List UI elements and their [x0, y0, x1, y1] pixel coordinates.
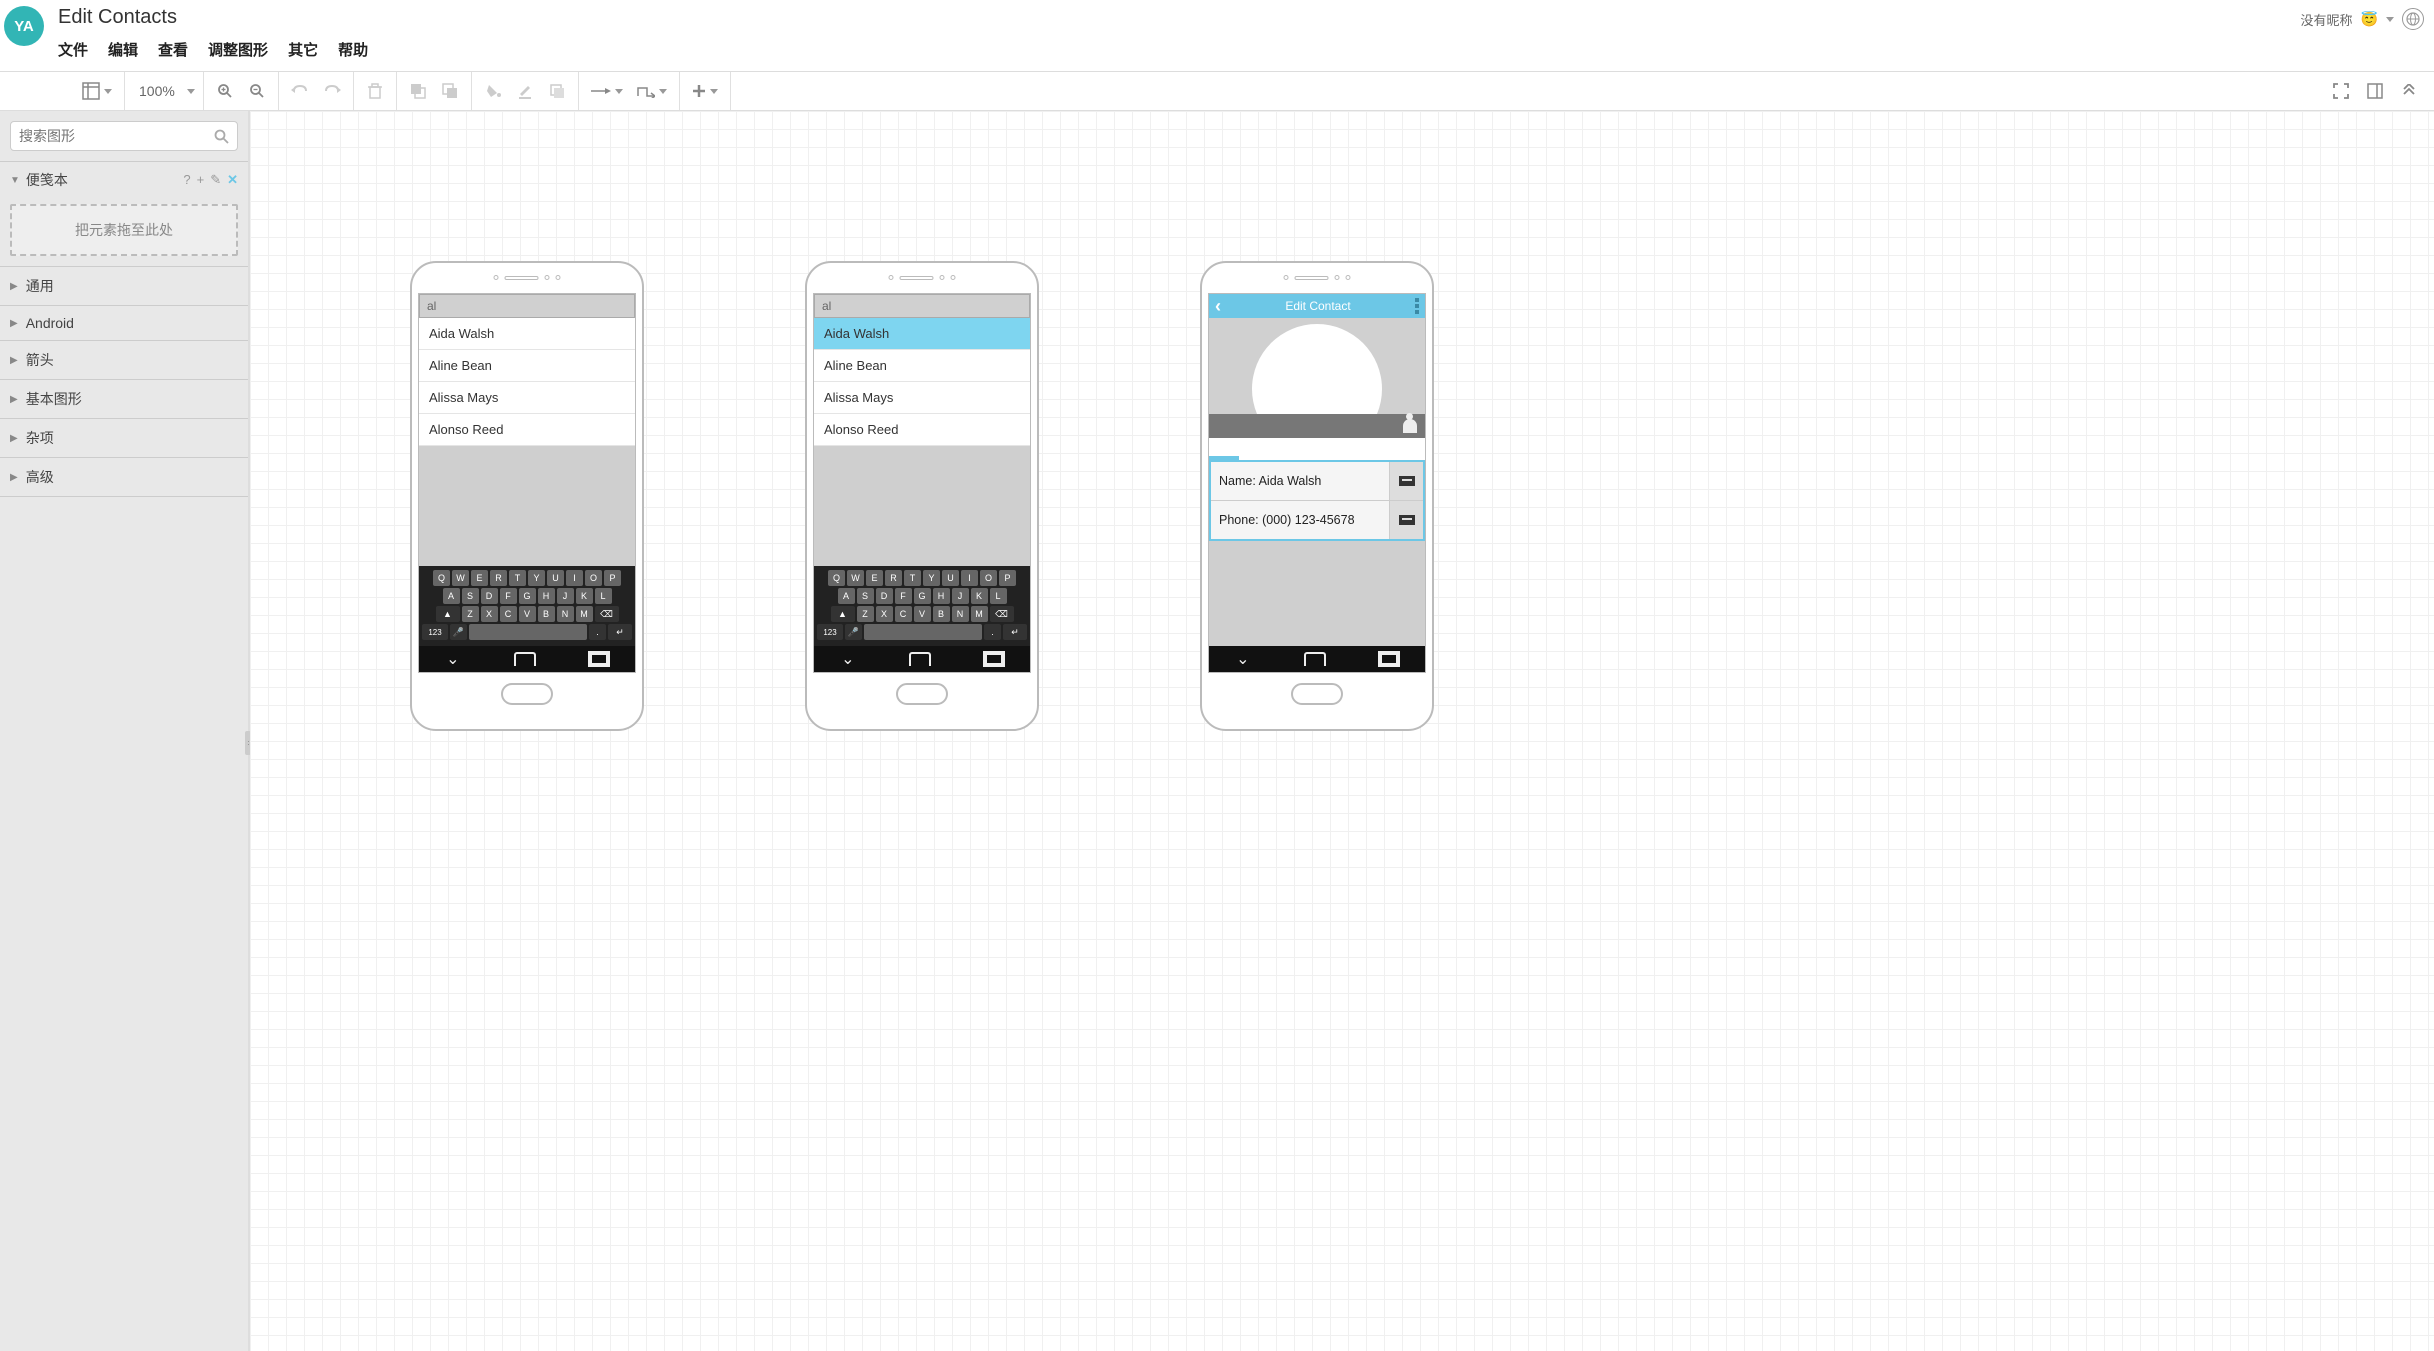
person-icon	[1403, 419, 1417, 433]
user-dropdown-icon[interactable]	[2386, 17, 2394, 22]
phone3-header-title: Edit Contact	[1225, 299, 1411, 313]
shapes-search-input[interactable]	[19, 128, 214, 144]
phone2-contact-item: Alissa Mays	[814, 382, 1030, 414]
scratchpad-dropzone[interactable]: 把元素拖至此处	[10, 204, 238, 256]
fullscreen-button[interactable]	[2328, 78, 2354, 104]
phone-mockup-3[interactable]: ‹ Edit Contact Name: Aida Walsh	[1200, 261, 1434, 731]
scratchpad-toggle-icon[interactable]: ▼	[10, 175, 20, 186]
phone2-home-button	[896, 683, 948, 705]
shadow-button[interactable]	[544, 78, 570, 104]
phone2-contact-item: Aline Bean	[814, 350, 1030, 382]
document-title[interactable]: Edit Contacts	[58, 4, 2301, 33]
scratchpad-title: 便笺本	[26, 170, 68, 190]
globe-icon[interactable]	[2402, 8, 2424, 30]
fill-color-button[interactable]	[480, 78, 506, 104]
phone-mockup-1[interactable]: al Aida Walsh Aline Bean Alissa Mays Alo…	[410, 261, 644, 731]
scratchpad-edit-button[interactable]: ✎	[210, 172, 221, 188]
scratchpad-help-button[interactable]: ?	[183, 172, 190, 188]
zoom-in-button[interactable]	[212, 78, 238, 104]
phone1-contact-item: Alissa Mays	[419, 382, 635, 414]
view-mode-dropdown[interactable]	[78, 82, 116, 100]
line-color-button[interactable]	[512, 78, 538, 104]
phone-mockup-2[interactable]: al Aida Walsh Aline Bean Alissa Mays Alo…	[805, 261, 1039, 731]
phone2-contact-item: Alonso Reed	[814, 414, 1030, 446]
scratchpad-add-button[interactable]: +	[197, 172, 205, 188]
user-nickname-label: 没有昵称	[2301, 10, 2353, 29]
user-emoji-icon: 😇	[2361, 11, 2378, 28]
redo-button[interactable]	[319, 78, 345, 104]
menu-view[interactable]: 查看	[158, 39, 188, 60]
zoom-dropdown-icon[interactable]	[187, 89, 195, 94]
category-general[interactable]: ▶通用	[0, 266, 248, 305]
phone1-contact-item: Alonso Reed	[419, 414, 635, 446]
menu-file[interactable]: 文件	[58, 39, 88, 60]
phone2-keyboard: QWERTYUIOP ASDFGHJKL ▲ZXCVBNM⌫ 123🎤.↵	[814, 566, 1030, 646]
format-panel-button[interactable]	[2362, 78, 2388, 104]
delete-button[interactable]	[362, 78, 388, 104]
phone3-home-button	[1291, 683, 1343, 705]
scratchpad-close-button[interactable]: ✕	[227, 172, 238, 188]
insert-dropdown[interactable]	[688, 84, 722, 98]
phone3-phone-action	[1389, 501, 1423, 539]
phone3-name-action	[1389, 462, 1423, 500]
phone1-keyboard: QWERTYUIOP ASDFGHJKL ▲ZXCVBNM⌫ 123🎤.↵	[419, 566, 635, 646]
category-android[interactable]: ▶Android	[0, 305, 248, 340]
phone3-menu-icon	[1415, 298, 1419, 314]
category-arrows[interactable]: ▶箭头	[0, 340, 248, 379]
back-button-icon: ‹	[1215, 296, 1221, 317]
phone2-contact-item-selected: Aida Walsh	[814, 318, 1030, 350]
menu-arrange[interactable]: 调整图形	[208, 39, 268, 60]
phone3-phone-field: Phone: (000) 123-45678	[1211, 501, 1389, 539]
waypoint-dropdown[interactable]	[633, 84, 671, 98]
phone2-search-field: al	[814, 294, 1030, 318]
phone1-contact-item: Aline Bean	[419, 350, 635, 382]
phone3-name-field: Name: Aida Walsh	[1211, 462, 1389, 500]
to-front-button[interactable]	[405, 78, 431, 104]
diagram-canvas[interactable]: al Aida Walsh Aline Bean Alissa Mays Alo…	[250, 111, 2434, 1351]
menu-edit[interactable]: 编辑	[108, 39, 138, 60]
phone1-search-field: al	[419, 294, 635, 318]
search-icon[interactable]	[214, 129, 229, 144]
category-advanced[interactable]: ▶高级	[0, 457, 248, 497]
undo-button[interactable]	[287, 78, 313, 104]
menu-bar: 文件 编辑 查看 调整图形 其它 帮助	[58, 33, 2301, 70]
toolbar: 100%	[0, 71, 2434, 111]
app-logo[interactable]: YA	[4, 6, 44, 46]
zoom-out-button[interactable]	[244, 78, 270, 104]
phone1-home-button	[501, 683, 553, 705]
phone1-contact-item: Aida Walsh	[419, 318, 635, 350]
menu-extras[interactable]: 其它	[288, 39, 318, 60]
category-misc[interactable]: ▶杂项	[0, 418, 248, 457]
connection-dropdown[interactable]	[587, 86, 627, 96]
menu-help[interactable]: 帮助	[338, 39, 368, 60]
collapse-button[interactable]	[2396, 78, 2422, 104]
shapes-sidebar: ▼ 便笺本 ? + ✎ ✕ 把元素拖至此处 ▶通用 ▶Android ▶箭头 ▶…	[0, 111, 250, 1351]
zoom-level[interactable]: 100%	[133, 83, 181, 99]
to-back-button[interactable]	[437, 78, 463, 104]
category-basic-shapes[interactable]: ▶基本图形	[0, 379, 248, 418]
